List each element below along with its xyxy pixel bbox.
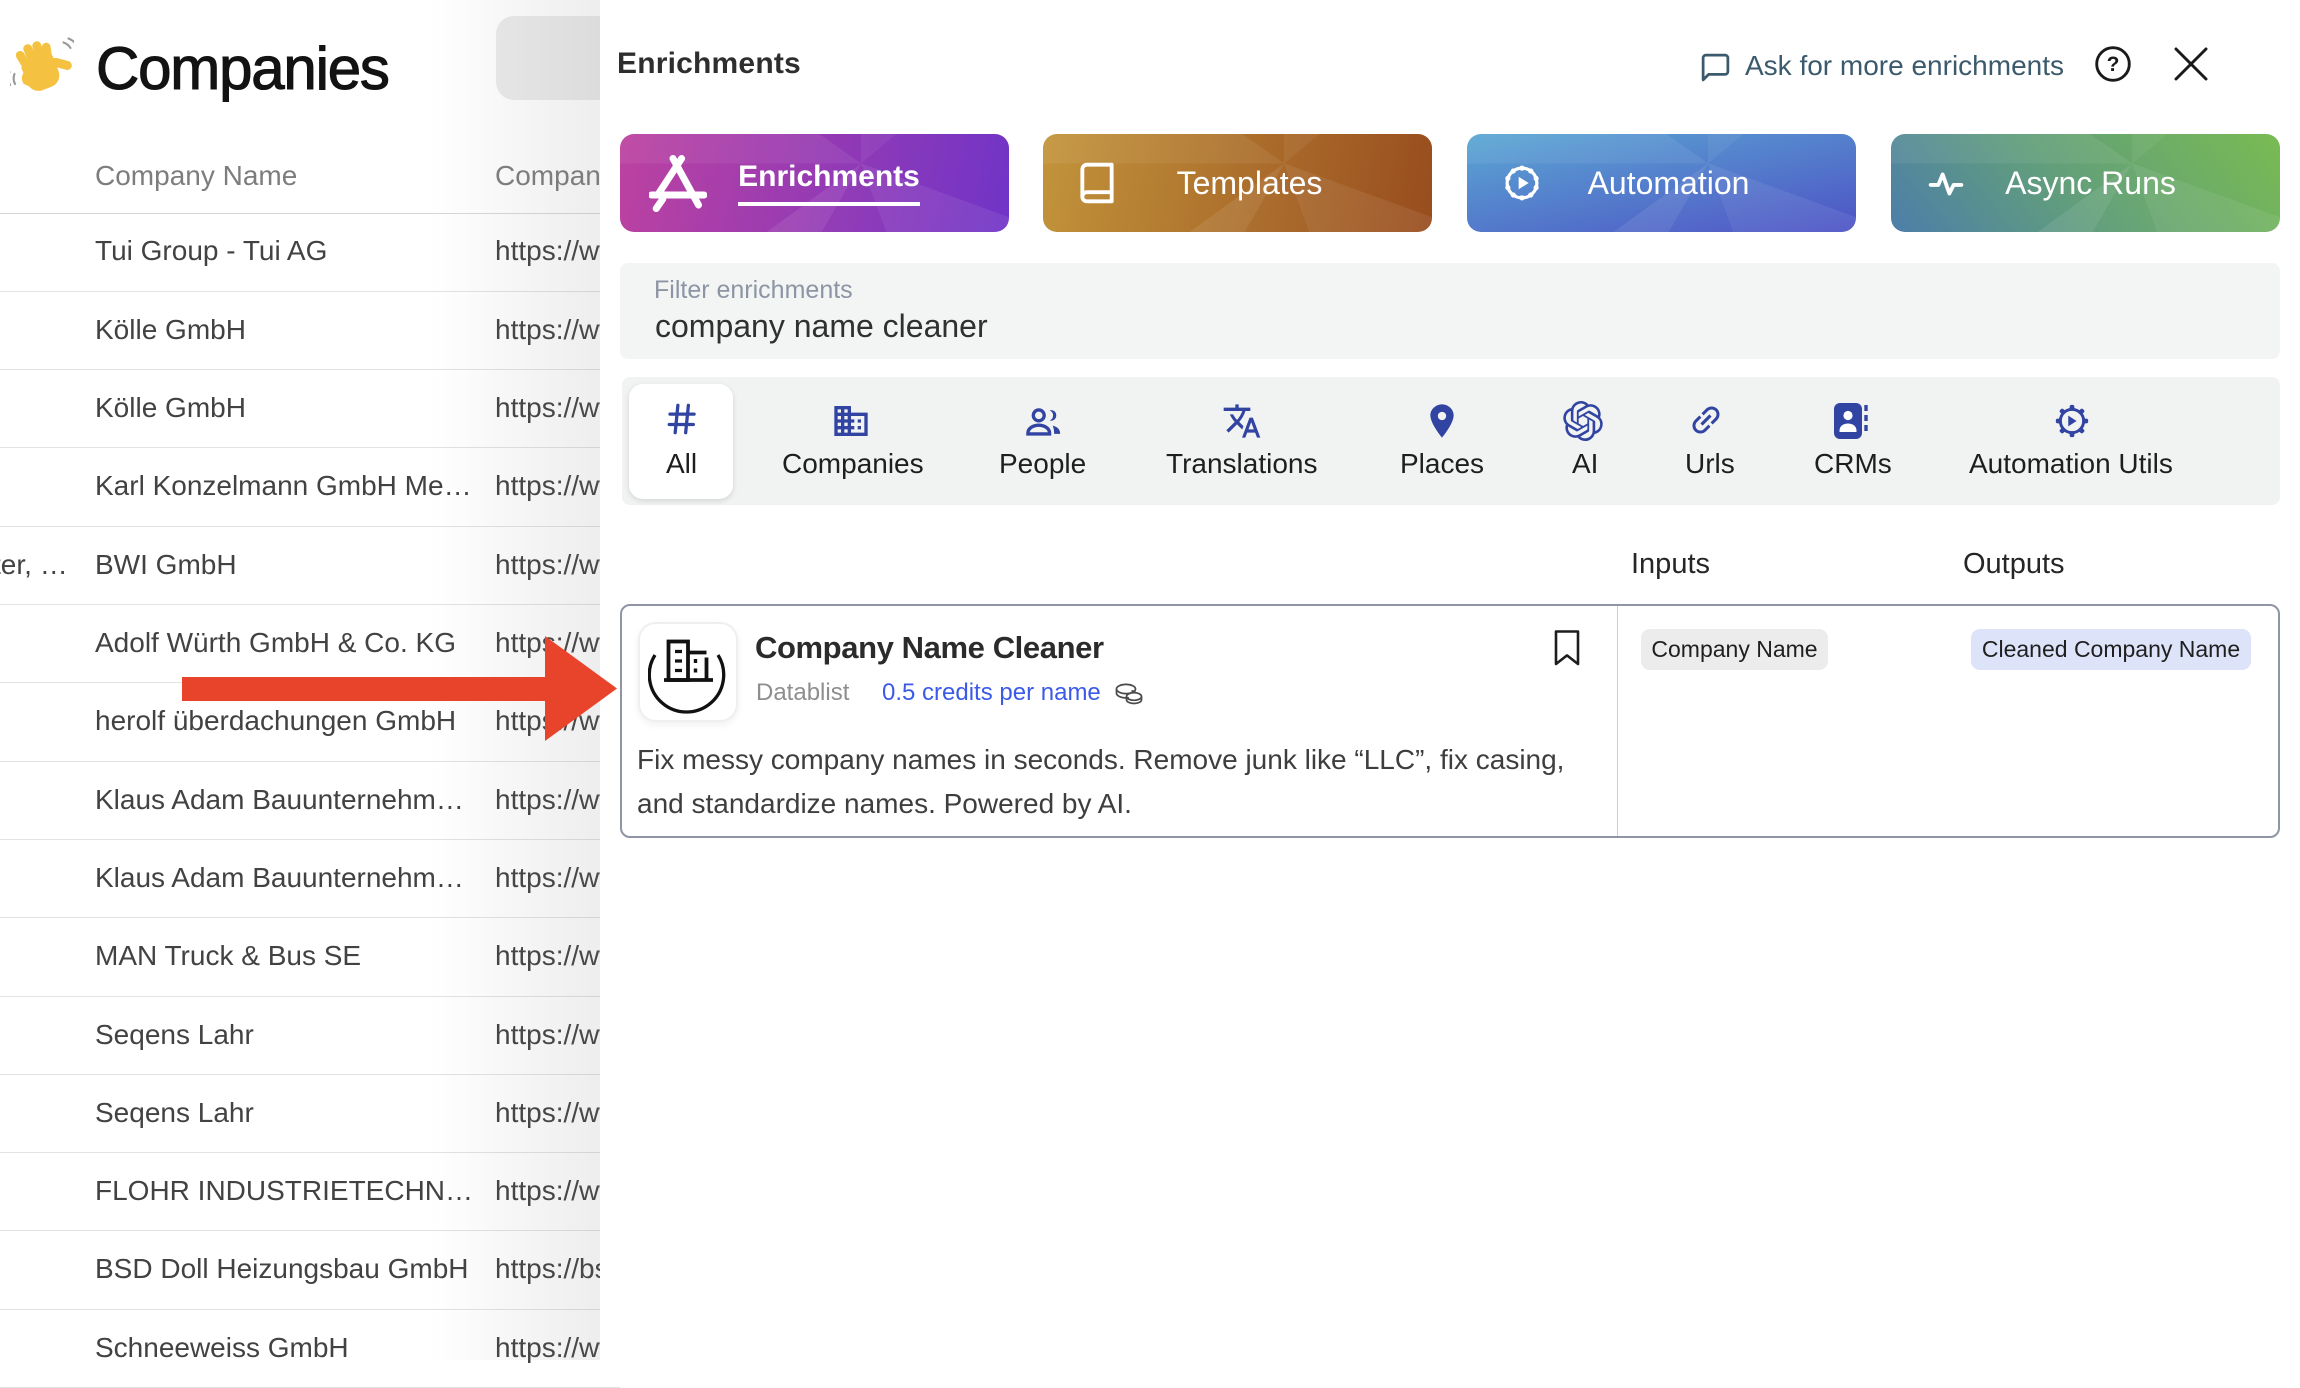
svg-text:?: ? (2107, 53, 2120, 76)
